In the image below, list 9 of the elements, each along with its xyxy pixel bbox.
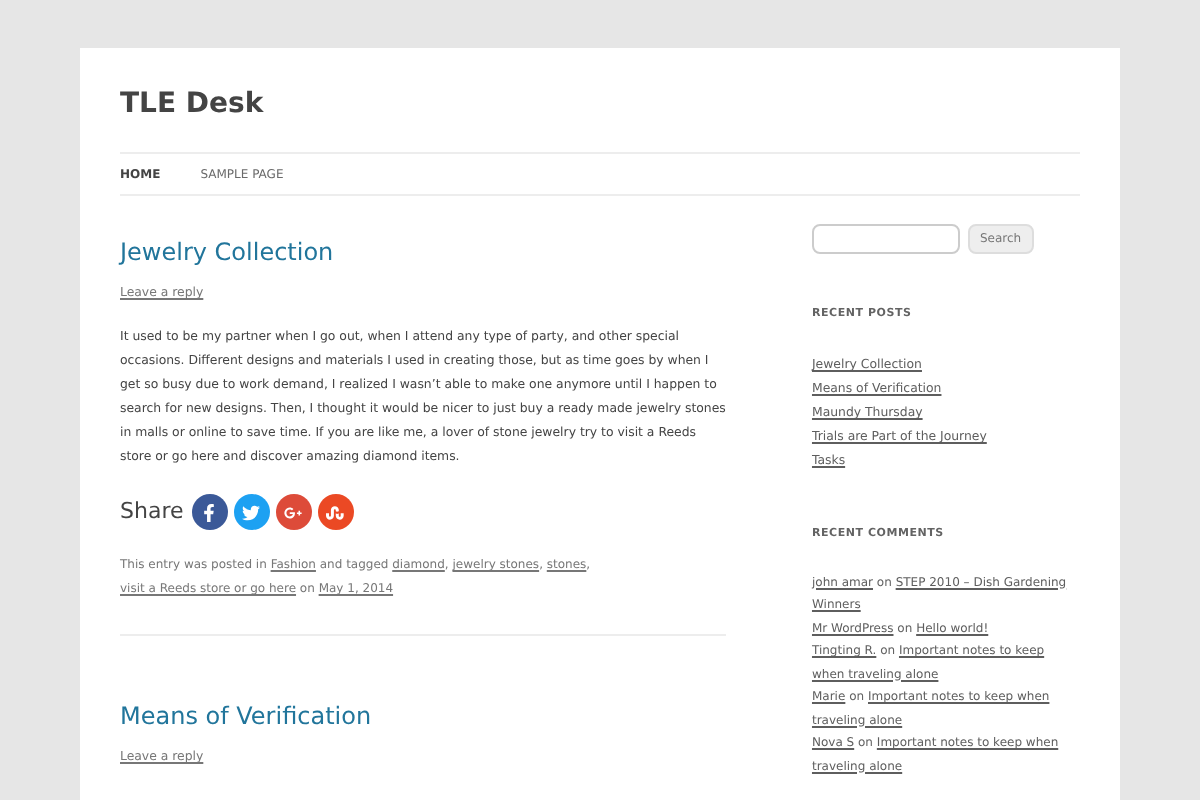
site-title: TLE Desk [120, 86, 266, 124]
share-label: Share [120, 496, 184, 529]
stumbleupon-icon[interactable] [317, 494, 354, 531]
twitter-icon[interactable] [233, 494, 270, 531]
googleplus-icon[interactable] [275, 494, 312, 531]
facebook-icon[interactable] [191, 494, 228, 531]
post-title[interactable]: Means of Verification [120, 700, 726, 733]
search-field[interactable] [811, 224, 960, 254]
post-title[interactable]: Jewelry Collection [120, 236, 726, 268]
